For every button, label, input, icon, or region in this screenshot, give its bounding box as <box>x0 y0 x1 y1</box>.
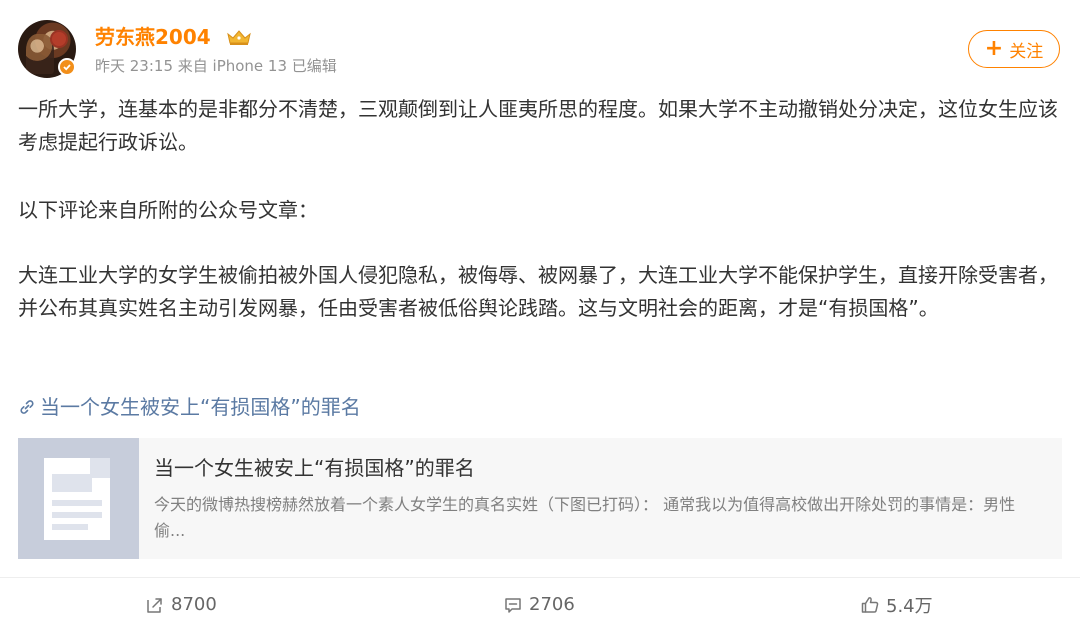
thumbs-up-icon <box>861 596 879 613</box>
repost-count: 8700 <box>171 594 217 615</box>
post-paragraph: 大连工业大学的女学生被偷拍被外国人侵犯隐私，被侮辱、被网暴了，大连工业大学不能保… <box>18 263 1058 320</box>
comment-button[interactable]: 2706 <box>503 578 575 631</box>
crown-icon <box>227 30 251 45</box>
like-button[interactable]: 5.4万 <box>860 578 933 631</box>
article-card-title: 当一个女生被安上“有损国格”的罪名 <box>154 456 475 480</box>
verified-badge-icon <box>58 58 76 76</box>
follow-button[interactable]: + 关注 <box>968 30 1060 68</box>
follow-label: 关注 <box>1009 41 1044 62</box>
article-card-description: 今天的微博热搜榜赫然放着一个素人女学生的真名实姓（下图已打码）： 通常我以为值得… <box>154 495 1016 540</box>
comment-count: 2706 <box>529 594 575 615</box>
like-count: 5.4万 <box>886 595 933 617</box>
article-thumbnail <box>18 438 139 559</box>
action-bar: 8700 2706 5.4万 <box>0 578 1080 631</box>
repost-button[interactable]: 8700 <box>145 578 217 631</box>
link-icon <box>20 400 34 414</box>
author-name[interactable]: 劳东燕2004 <box>95 24 211 50</box>
plus-icon: + <box>984 36 1004 61</box>
post-paragraph: 一所大学，连基本的是非都分不清楚，三观颠倒到让人匪夷所思的程度。如果大学不主动撤… <box>18 97 1058 154</box>
post-header: 劳东燕2004 昨天 23:15 来自 iPhone 13 已编辑 + 关注 <box>18 18 1062 84</box>
post-meta: 昨天 23:15 来自 iPhone 13 已编辑 <box>95 57 337 75</box>
post-paragraph: 以下评论来自所附的公众号文章： <box>18 198 318 222</box>
article-card[interactable]: 当一个女生被安上“有损国格”的罪名 今天的微博热搜榜赫然放着一个素人女学生的真名… <box>18 438 1062 559</box>
article-link-text: 当一个女生被安上“有损国格”的罪名 <box>40 395 361 419</box>
article-link[interactable]: 当一个女生被安上“有损国格”的罪名 <box>18 392 361 422</box>
comment-icon <box>505 597 521 613</box>
repost-icon <box>147 597 162 613</box>
